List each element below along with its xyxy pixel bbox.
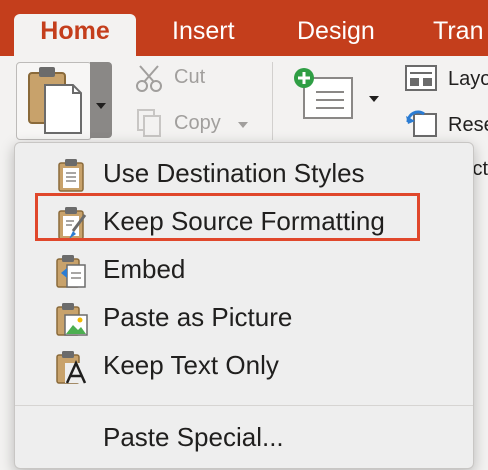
tab-home[interactable]: Home: [14, 14, 136, 56]
paste-button[interactable]: [16, 62, 92, 140]
menu-item-use-destination-styles[interactable]: Use Destination Styles: [15, 149, 473, 197]
new-slide-icon: [294, 68, 353, 119]
cut-button[interactable]: Cut: [134, 62, 224, 94]
clipboard-embed-icon: [56, 255, 86, 288]
reset-label: Rese: [448, 114, 488, 136]
cut-label: Cut: [174, 66, 206, 88]
menu-item-label: Paste as Picture: [103, 302, 293, 332]
layout-icon: [405, 65, 437, 91]
menu-item-label: Paste Special...: [103, 422, 284, 452]
menu-separator: [15, 405, 473, 406]
tab-transitions[interactable]: Tran: [433, 14, 483, 56]
menu-item-label: Use Destination Styles: [103, 158, 365, 188]
menu-item-keep-text-only[interactable]: Keep Text Only: [15, 341, 473, 389]
ribbon-divider: [272, 62, 273, 140]
highlight-box: [35, 193, 420, 241]
clipboard-text-icon: [56, 351, 87, 384]
layout-label: Layo: [448, 68, 488, 90]
menu-item-embed[interactable]: Embed: [15, 245, 473, 293]
chevron-down-icon: [96, 103, 106, 109]
menu-item-label: Keep Text Only: [103, 350, 279, 380]
chevron-down-icon: [238, 122, 248, 128]
layout-button[interactable]: Layo: [404, 64, 488, 94]
copy-button[interactable]: Copy: [134, 108, 254, 140]
paste-icon: [28, 67, 82, 134]
clipboard-icon: [58, 159, 84, 192]
menu-item-paste-special[interactable]: Paste Special...: [15, 413, 473, 461]
paste-dropdown-button[interactable]: [90, 62, 112, 138]
tab-design[interactable]: Design: [297, 14, 375, 56]
menu-item-label: Embed: [103, 254, 186, 284]
tab-insert[interactable]: Insert: [172, 14, 235, 56]
clipboard-picture-icon: [56, 303, 88, 336]
copy-icon: [137, 109, 161, 137]
reset-button[interactable]: Rese: [404, 108, 488, 140]
reset-icon: [406, 110, 437, 137]
menu-item-paste-as-picture[interactable]: Paste as Picture: [15, 293, 473, 341]
new-slide-dropdown[interactable]: [366, 92, 382, 106]
chevron-down-icon: [369, 96, 379, 102]
copy-label: Copy: [174, 112, 221, 134]
scissors-icon: [136, 65, 162, 92]
ribbon-tab-bar: Home Insert Design Tran: [0, 0, 488, 56]
paste-options-menu: Use Destination Styles Keep Source Forma…: [14, 142, 474, 469]
new-slide-button[interactable]: [290, 66, 356, 130]
